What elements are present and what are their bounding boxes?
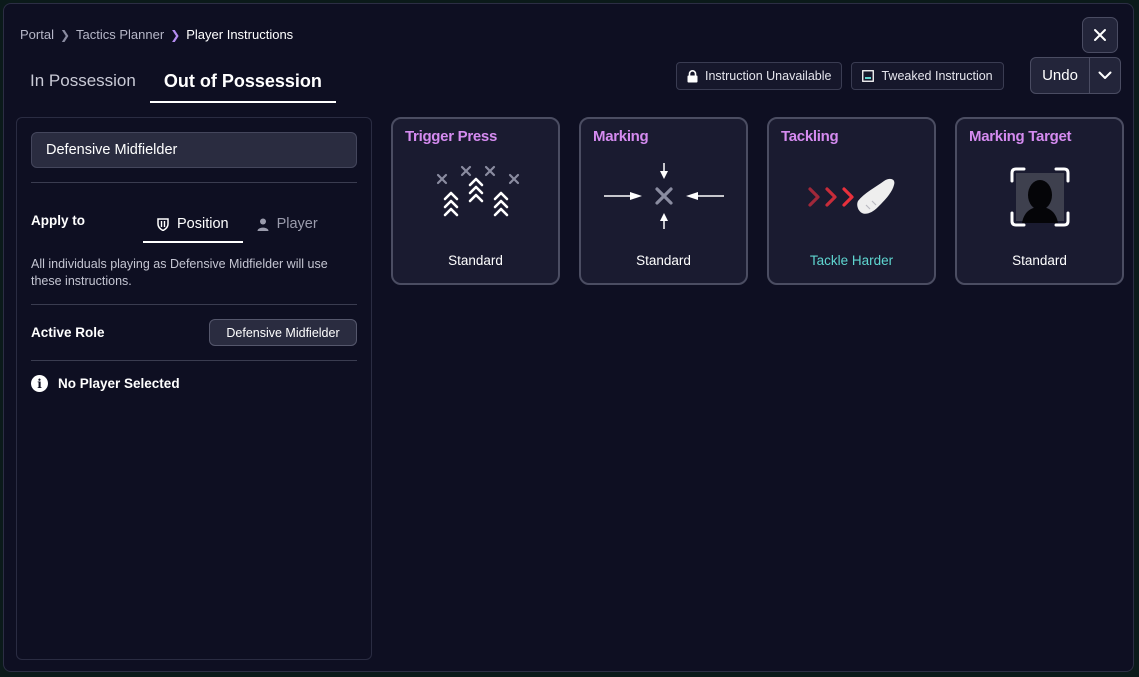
apply-position-label: Position xyxy=(177,216,229,232)
card-value: Standard xyxy=(1012,253,1067,268)
apply-description: All individuals playing as Defensive Mid… xyxy=(31,257,328,288)
breadcrumb-player-instructions: Player Instructions xyxy=(186,27,294,42)
undo-split-button: Undo xyxy=(1030,57,1121,94)
card-title: Tackling xyxy=(781,128,839,145)
active-role-value[interactable]: Defensive Midfielder xyxy=(209,319,357,346)
legend-unavailable-label: Instruction Unavailable xyxy=(705,69,832,83)
apply-to-position[interactable]: Position xyxy=(143,206,243,243)
trigger-press-icon xyxy=(436,165,519,217)
no-player-notice: i No Player Selected xyxy=(31,375,180,392)
close-button[interactable] xyxy=(1082,17,1118,53)
undo-dropdown-button[interactable] xyxy=(1090,58,1120,93)
shield-icon xyxy=(157,217,169,231)
lock-icon xyxy=(687,69,698,82)
divider xyxy=(31,182,357,183)
card-title: Trigger Press xyxy=(405,128,497,145)
card-trigger-press[interactable]: Trigger Press Standard xyxy=(391,117,560,285)
divider xyxy=(31,304,357,305)
card-title: Marking xyxy=(593,128,649,145)
apply-player-label: Player xyxy=(276,216,318,232)
instruction-cards: Trigger Press Standard Marking Standard … xyxy=(391,117,1124,285)
breadcrumb: Portal ❯ Tactics Planner ❯ Player Instru… xyxy=(20,27,293,42)
tackling-icon xyxy=(807,178,894,214)
active-role-label: Active Role xyxy=(31,325,105,340)
apply-to-label: Apply to xyxy=(31,213,85,228)
tab-in-possession[interactable]: In Possession xyxy=(24,60,150,102)
card-marking[interactable]: Marking Standard xyxy=(579,117,748,285)
card-value: Standard xyxy=(636,253,691,268)
card-marking-target[interactable]: Marking Target Standard xyxy=(955,117,1124,285)
tweaked-square-icon xyxy=(862,70,875,82)
legend-instruction-unavailable: Instruction Unavailable xyxy=(676,62,843,90)
undo-button[interactable]: Undo xyxy=(1031,58,1090,93)
legend-tweaked-label: Tweaked Instruction xyxy=(881,69,993,83)
info-icon: i xyxy=(31,375,48,392)
person-icon xyxy=(257,218,269,231)
marking-target-icon xyxy=(1010,167,1069,227)
apply-to-toggle: Position Player xyxy=(143,206,332,243)
apply-to-player[interactable]: Player xyxy=(243,206,332,242)
divider xyxy=(31,360,357,361)
tab-out-of-possession[interactable]: Out of Possession xyxy=(149,60,336,103)
instruction-sidebar: Defensive Midfielder Apply to Position P… xyxy=(16,117,372,660)
legend-tweaked-instruction: Tweaked Instruction xyxy=(851,62,1004,90)
chevron-right-icon: ❯ xyxy=(170,27,181,42)
breadcrumb-tactics-planner[interactable]: Tactics Planner xyxy=(76,27,164,42)
close-icon xyxy=(1094,29,1106,41)
card-tackling[interactable]: Tackling Tackle Harder xyxy=(767,117,936,285)
position-field[interactable]: Defensive Midfielder xyxy=(31,132,357,168)
chevron-right-icon: ❯ xyxy=(59,27,71,42)
possession-tabs: In Possession Out of Possession xyxy=(24,60,336,103)
card-value: Tackle Harder xyxy=(809,253,894,268)
card-value: Standard xyxy=(448,253,503,268)
marking-icon xyxy=(603,163,724,229)
legend: Instruction Unavailable Tweaked Instruct… xyxy=(676,62,1004,90)
card-title: Marking Target xyxy=(969,128,1072,145)
no-player-label: No Player Selected xyxy=(58,376,180,391)
breadcrumb-portal[interactable]: Portal xyxy=(20,27,54,42)
chevron-down-icon xyxy=(1098,71,1112,79)
player-instructions-modal: Portal ❯ Tactics Planner ❯ Player Instru… xyxy=(3,3,1134,672)
